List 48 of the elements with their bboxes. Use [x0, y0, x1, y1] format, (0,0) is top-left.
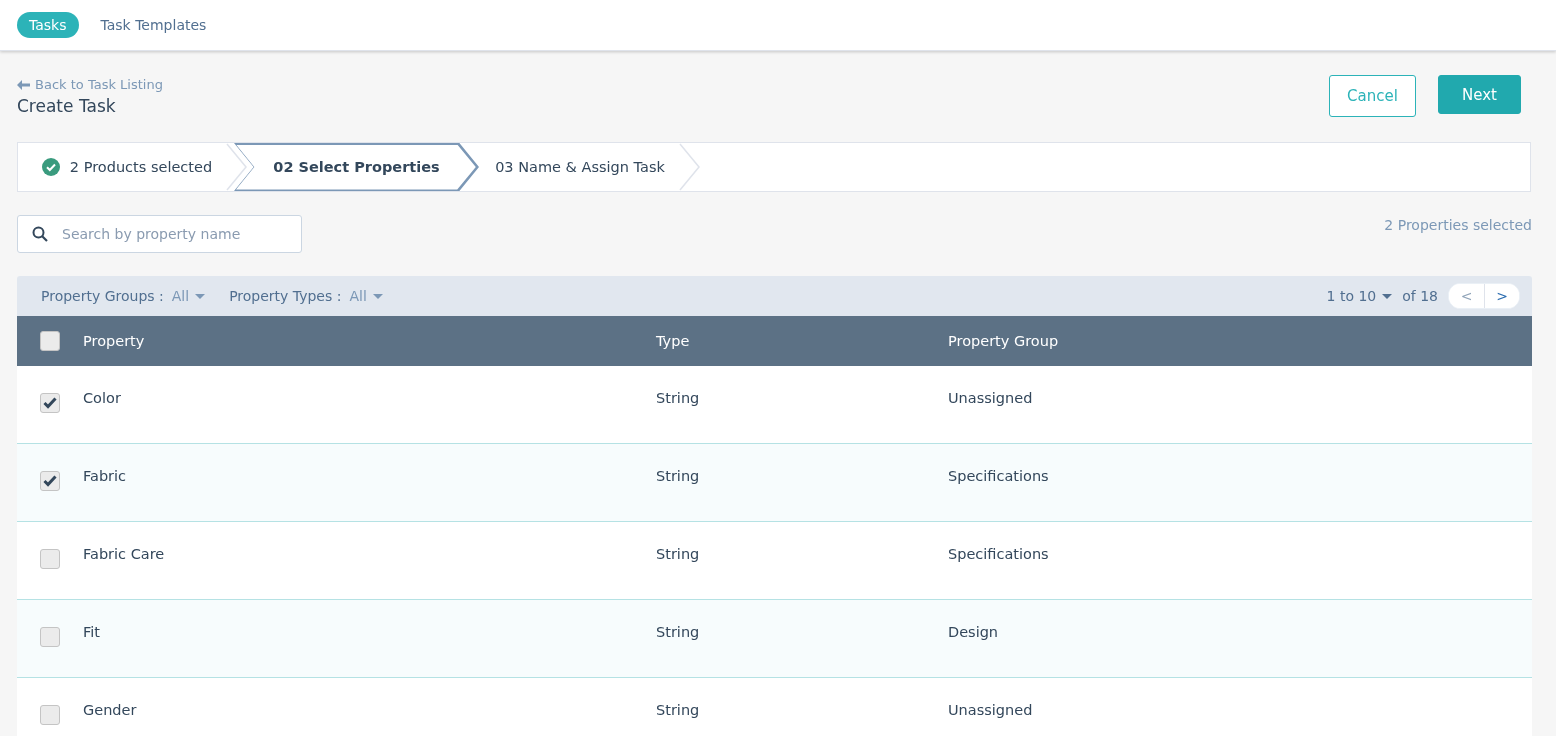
- row-checkbox[interactable]: [40, 393, 60, 413]
- page-range-dropdown[interactable]: 1 to 10: [1326, 288, 1393, 304]
- next-page-button[interactable]: >: [1484, 284, 1519, 308]
- table-cell-text: String: [656, 624, 701, 640]
- table-cell-text: Fabric: [83, 468, 128, 484]
- cancel-button[interactable]: Cancel: [1329, 75, 1416, 117]
- select-all-checkbox[interactable]: [40, 331, 60, 351]
- next-button[interactable]: Next: [1438, 75, 1521, 114]
- selection-count: 2 Properties selected: [1384, 217, 1532, 233]
- left-arrow-icon: [17, 79, 30, 90]
- filter-dropdown[interactable]: All: [171, 288, 206, 304]
- step-tab[interactable]: 02 Select Properties: [234, 143, 479, 191]
- table-cell-text: Unassigned: [948, 702, 1034, 718]
- column-header: Type: [656, 333, 691, 349]
- search-field[interactable]: Search by property name: [17, 215, 302, 253]
- table-cell-text: String: [656, 546, 701, 562]
- step-label: 02 Select Properties: [273, 159, 440, 175]
- filter-label: Property Types :: [229, 288, 342, 304]
- table-cell-text: String: [656, 390, 701, 406]
- table-cell-text: Color: [83, 390, 122, 406]
- caret-icon: [372, 293, 383, 299]
- column-header: Property Group: [948, 333, 1060, 349]
- page-title: Create Task: [17, 96, 117, 116]
- table-cell-text: Fit: [83, 624, 101, 640]
- step-tab[interactable]: 2 Products selected: [18, 143, 226, 191]
- search-input[interactable]: Search by property name: [60, 225, 287, 243]
- filter-dropdown[interactable]: All: [349, 288, 383, 304]
- column-header: Property: [83, 333, 146, 349]
- page-total: of 18: [1402, 288, 1438, 304]
- table-cell-text: Design: [948, 624, 1000, 640]
- table-cell-text: String: [656, 702, 701, 718]
- table-cell-text: Gender: [83, 702, 138, 718]
- nav-tab[interactable]: Tasks: [17, 12, 79, 38]
- search-icon: [32, 226, 48, 242]
- table-cell-text: String: [656, 468, 701, 484]
- table-cell-text: Unassigned: [948, 390, 1034, 406]
- table-cell-text: Fabric Care: [83, 546, 166, 562]
- back-link[interactable]: Back to Task Listing: [17, 77, 163, 92]
- row-checkbox[interactable]: [40, 705, 60, 725]
- filter-label: Property Groups :: [41, 288, 164, 304]
- table-cell-text: Specifications: [948, 468, 1050, 484]
- caret-icon: [195, 293, 206, 299]
- row-checkbox[interactable]: [40, 471, 60, 491]
- row-checkbox[interactable]: [40, 627, 60, 647]
- nav-tab[interactable]: Task Templates: [88, 12, 219, 38]
- table-cell-text: Specifications: [948, 546, 1050, 562]
- row-checkbox[interactable]: [40, 549, 60, 569]
- caret-icon: [1382, 293, 1393, 299]
